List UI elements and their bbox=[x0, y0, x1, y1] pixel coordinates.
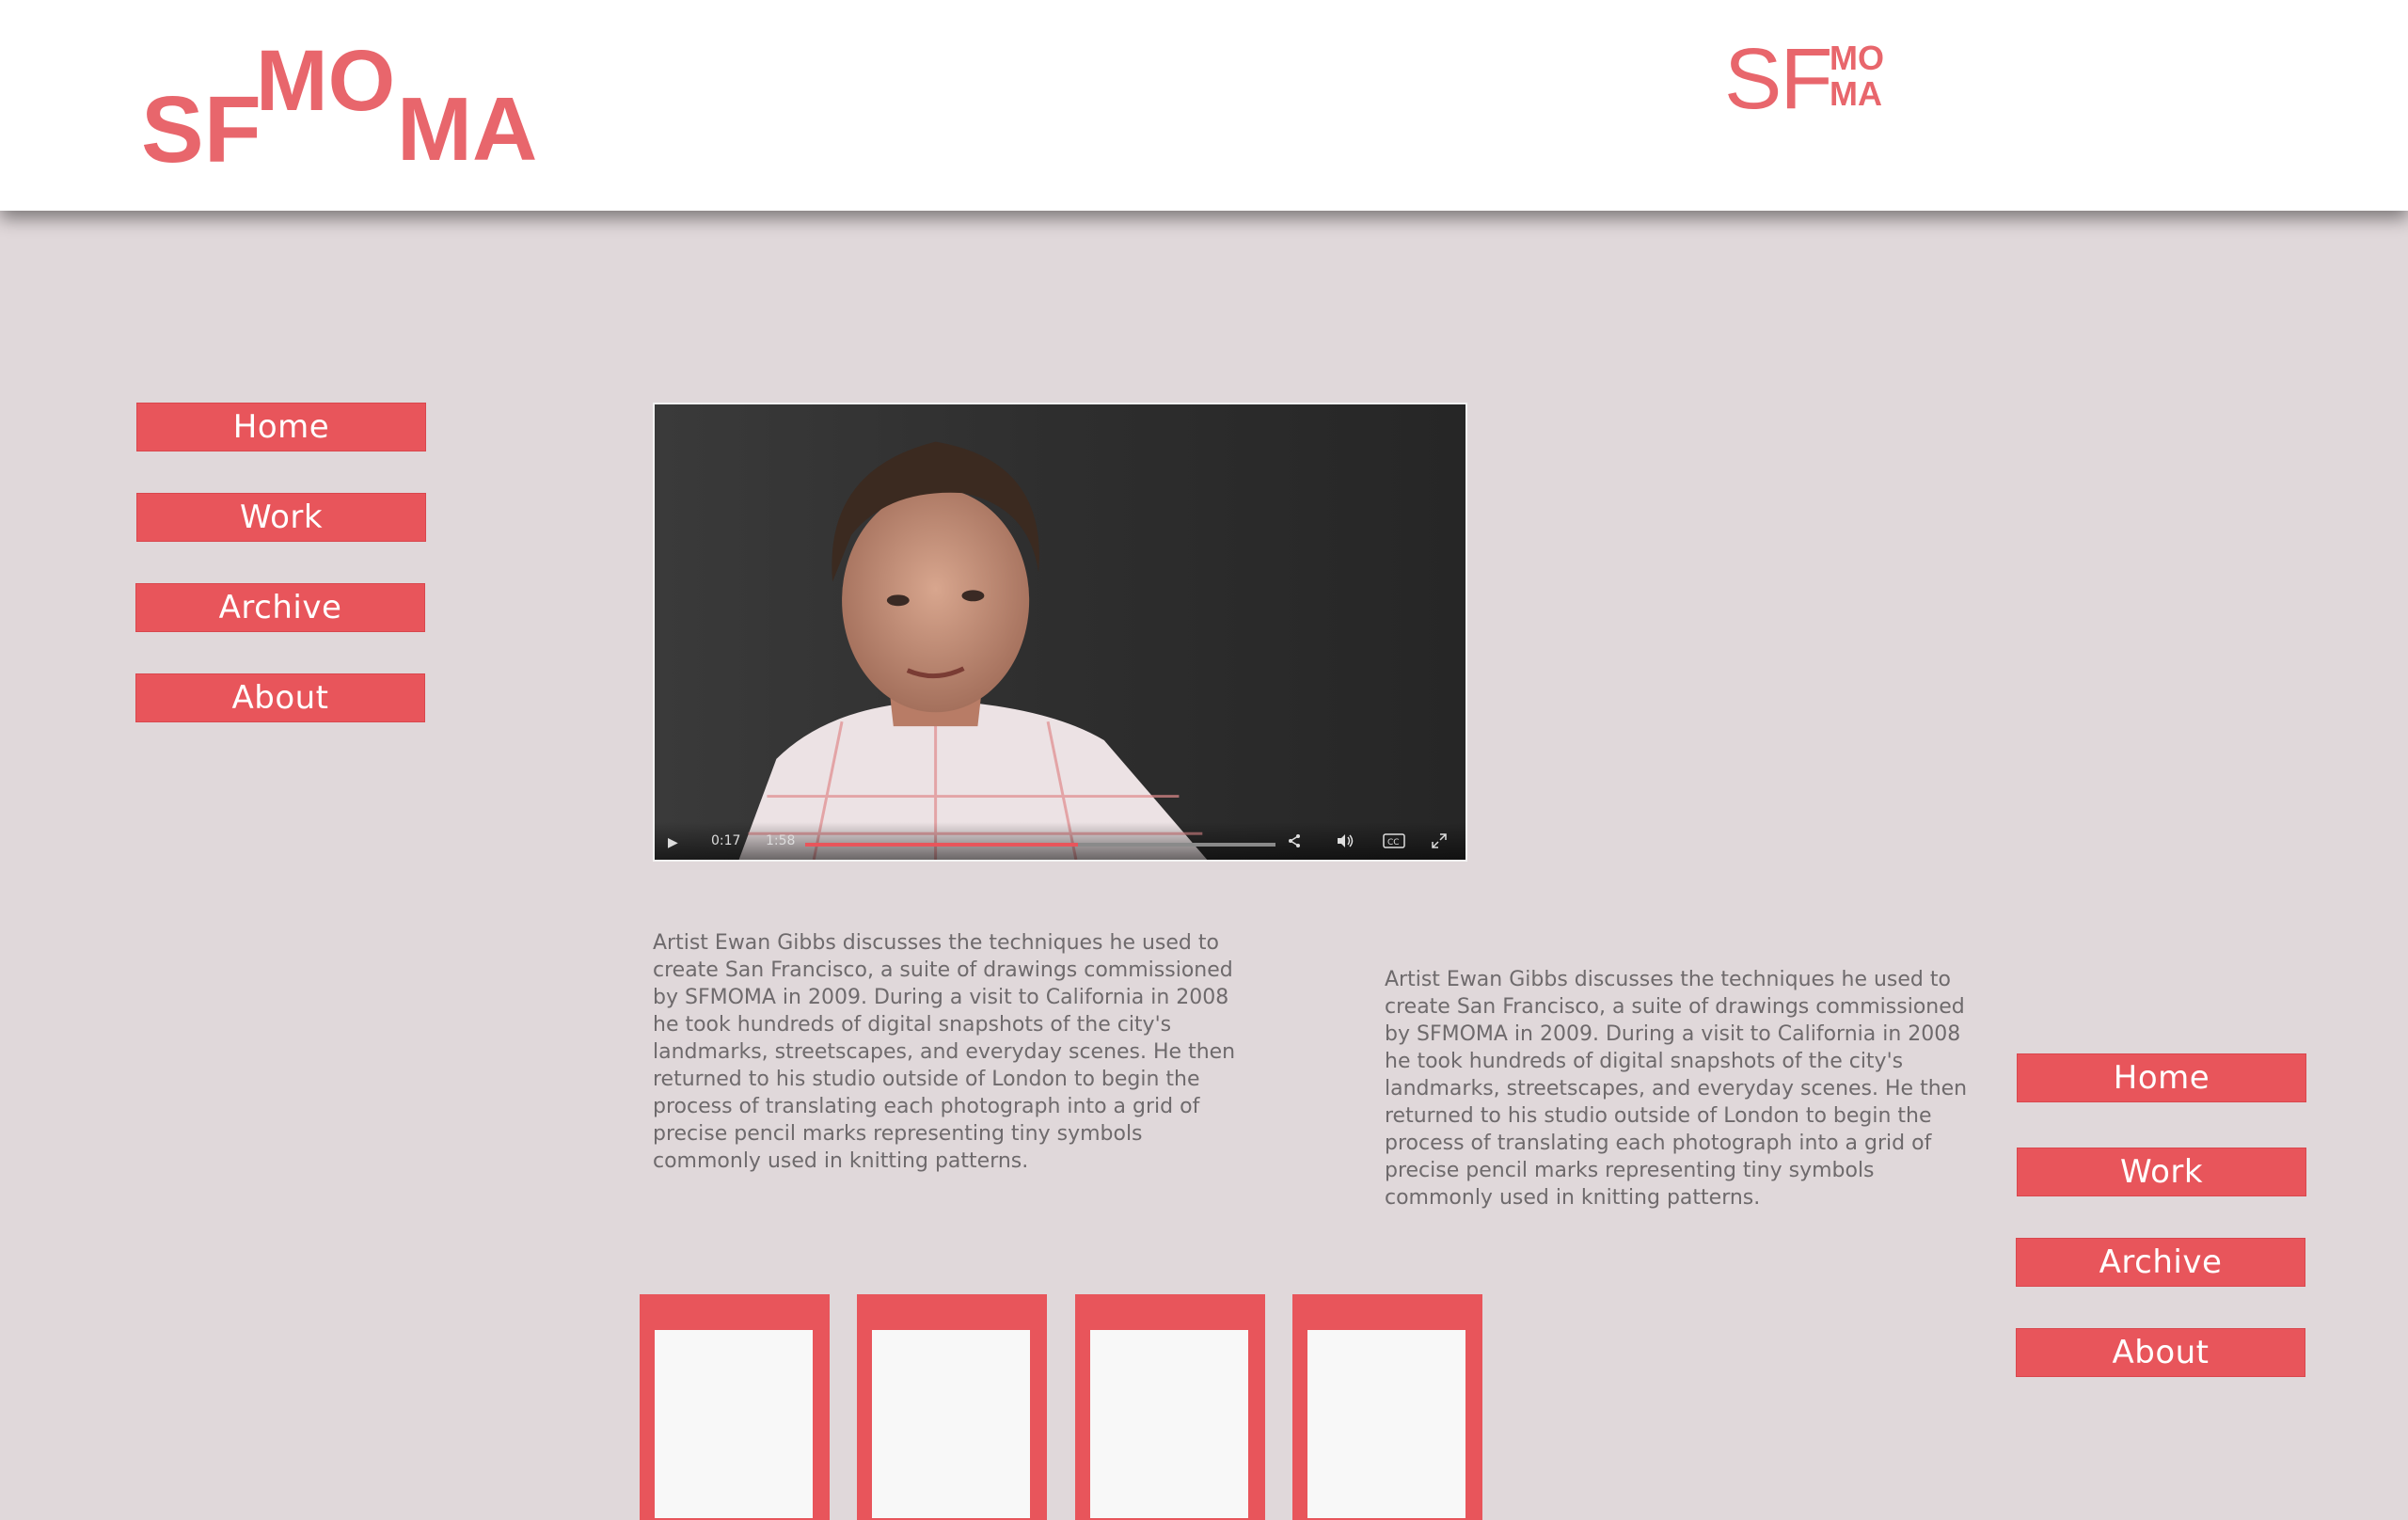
thumbnail-image bbox=[655, 1330, 813, 1518]
video-controls: ▶ 0:17 1:58 CC bbox=[655, 822, 1465, 860]
logo-sf: SF bbox=[141, 77, 261, 182]
video-progress-bar[interactable] bbox=[805, 843, 1275, 847]
nav-work-button[interactable]: Work bbox=[136, 493, 426, 542]
nav-home-button[interactable]: Home bbox=[136, 403, 426, 451]
thumbnail-image bbox=[1090, 1330, 1248, 1518]
video-description-left: Artist Ewan Gibbs discusses the techniqu… bbox=[653, 931, 1236, 1173]
sfmoma-logo-large[interactable]: SF MO MA bbox=[141, 33, 538, 182]
thumbnail-image bbox=[872, 1330, 1030, 1518]
play-icon[interactable]: ▶ bbox=[668, 835, 678, 850]
logo-small-mo: MO bbox=[1830, 39, 1884, 77]
logo-mo: MO bbox=[256, 33, 396, 129]
video-frame bbox=[655, 404, 1465, 860]
video-player[interactable]: ▶ 0:17 1:58 CC bbox=[653, 403, 1467, 862]
volume-icon[interactable] bbox=[1336, 833, 1354, 852]
nav-about-button[interactable]: About bbox=[135, 673, 425, 722]
nav-right-archive-button[interactable]: Archive bbox=[2016, 1238, 2305, 1287]
logo-ma: MA bbox=[397, 79, 538, 180]
closed-captions-icon[interactable]: CC bbox=[1383, 833, 1405, 852]
nav-archive-button[interactable]: Archive bbox=[135, 583, 425, 632]
video-description-right: Artist Ewan Gibbs discusses the techniqu… bbox=[1385, 968, 1968, 1210]
nav-right-home-button[interactable]: Home bbox=[2017, 1053, 2306, 1102]
nav-right-about-button[interactable]: About bbox=[2016, 1328, 2305, 1377]
current-time: 0:17 bbox=[711, 833, 741, 848]
logo-small-ma: MA bbox=[1830, 74, 1882, 113]
site-header: SF MO MA SF MO MA bbox=[0, 0, 2408, 211]
share-icon[interactable] bbox=[1287, 833, 1302, 852]
fullscreen-icon[interactable] bbox=[1432, 833, 1447, 852]
sfmoma-logo-small[interactable]: SF MO MA bbox=[1724, 31, 1893, 127]
nav-right-work-button[interactable]: Work bbox=[2017, 1148, 2306, 1196]
thumbnail-image bbox=[1307, 1330, 1465, 1518]
thumbnail-card[interactable] bbox=[857, 1294, 1047, 1520]
logo-small-sf: SF bbox=[1724, 31, 1833, 127]
thumbnail-card[interactable] bbox=[640, 1294, 830, 1520]
thumbnail-card[interactable] bbox=[1292, 1294, 1482, 1520]
thumbnail-card[interactable] bbox=[1075, 1294, 1265, 1520]
svg-text:CC: CC bbox=[1387, 838, 1400, 847]
duration: 1:58 bbox=[766, 833, 796, 848]
video-progress-fill bbox=[805, 843, 1078, 847]
